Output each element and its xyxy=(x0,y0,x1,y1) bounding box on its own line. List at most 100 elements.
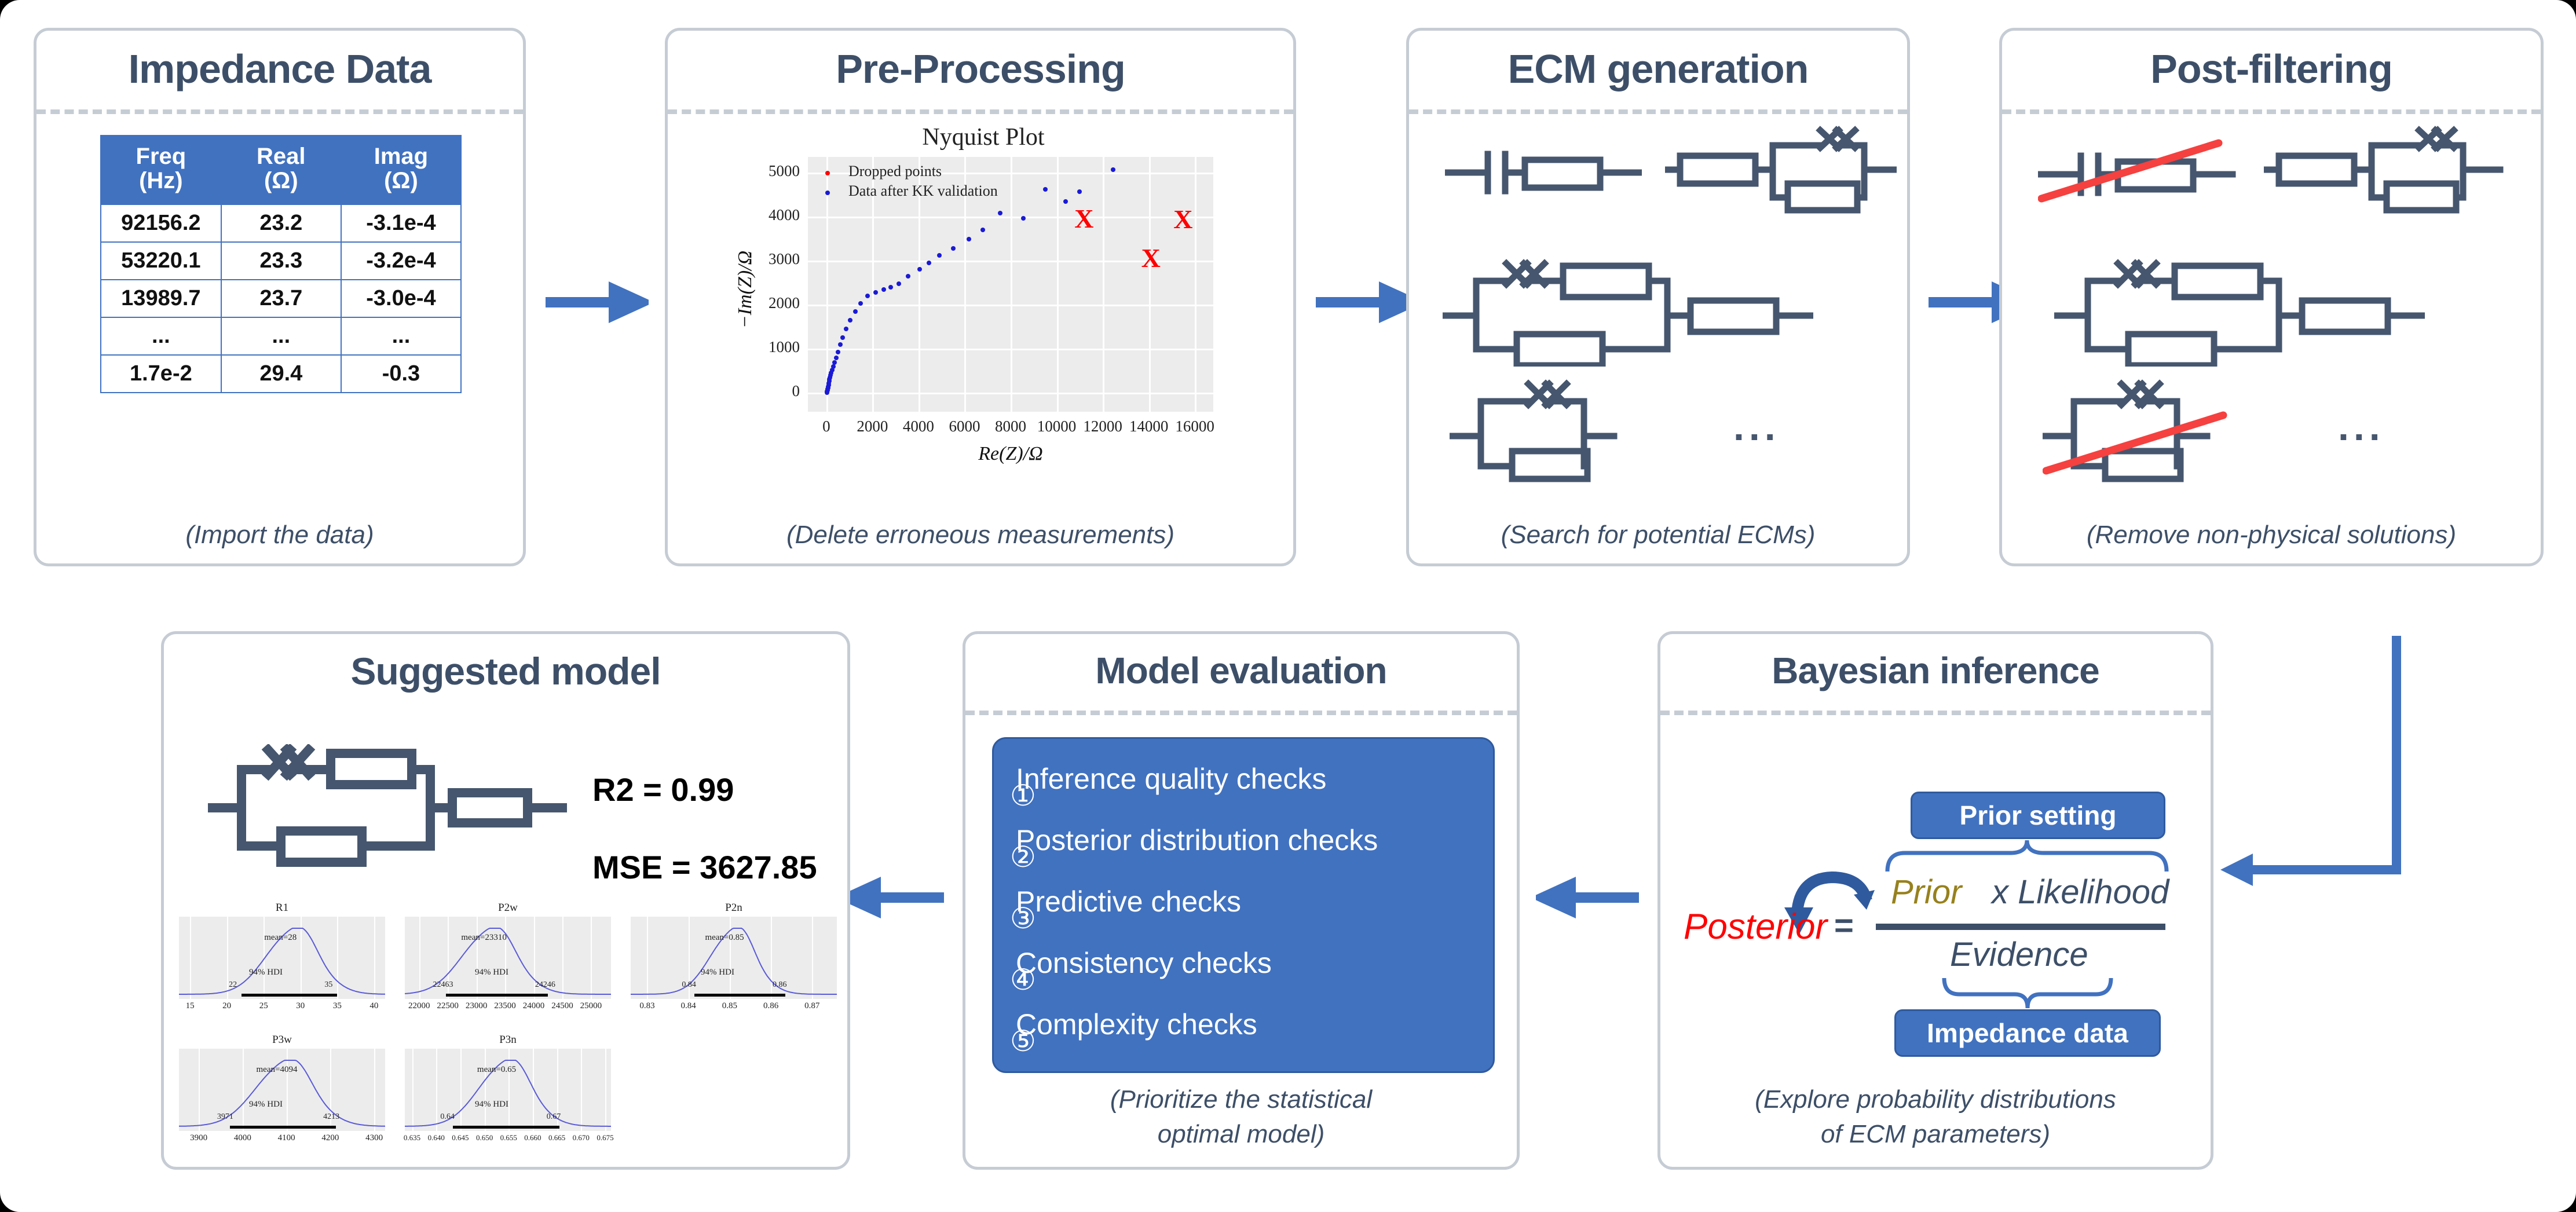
hdi-interval-bar xyxy=(241,994,338,997)
mean-label: mean=28 xyxy=(264,933,297,942)
table-row: 53220.1 23.3 -3.2e-4 xyxy=(100,241,462,280)
metric-mse: MSE = 3627.85 xyxy=(592,849,817,885)
hdi-low-label: 0.64 xyxy=(440,1112,455,1121)
panel-caption-impedance: (Import the data) xyxy=(185,521,374,549)
posterior-density-curve xyxy=(631,928,837,995)
check-item-5: ⑤Complexity checks xyxy=(1010,1008,1257,1057)
panel-ecm-generation: ECM generation ... (Search for potential… xyxy=(1406,28,1910,566)
hdi-interval-bar xyxy=(694,994,785,997)
panel-divider xyxy=(965,711,1517,715)
metric-r2: R2 = 0.99 xyxy=(592,771,734,808)
hdi-label: 94% HDI xyxy=(701,968,734,977)
posterior-label: Posterior xyxy=(1684,907,1828,947)
column-header-real: Real (Ω) xyxy=(220,135,342,204)
cell-freq: 1.7e-2 xyxy=(100,354,222,393)
posterior-density-curve xyxy=(404,928,611,995)
hdi-low-label: 22463 xyxy=(433,980,453,989)
data-point xyxy=(873,290,879,295)
check-item-4: ④Consistency checks xyxy=(1010,946,1272,996)
hdi-high-label: 4213 xyxy=(323,1112,340,1121)
gridline-horizontal xyxy=(808,349,1213,351)
data-point xyxy=(1110,167,1115,173)
gridline-horizontal xyxy=(808,393,1213,395)
panel-suggested-model: Suggested model R2 = 0.99 MSE = 3627.85 … xyxy=(161,631,850,1170)
cell-freq: 13989.7 xyxy=(100,279,222,318)
table-row: 1.7e-2 29.4 -0.3 xyxy=(100,354,462,393)
gridline-horizontal xyxy=(808,305,1213,307)
dropped-point-marker: X xyxy=(1141,243,1161,273)
fraction-bar xyxy=(1876,924,2165,930)
posterior-plot: P2n 0.83 0.84 0.85 0.86 0.87 mean=0.85 94% HDI 0… xyxy=(627,902,840,1022)
hdi-label: 94% HDI xyxy=(249,1100,283,1110)
checks-list-box: ①Inference quality checks ②Posterior dis… xyxy=(992,737,1495,1073)
hdi-high-label: 35 xyxy=(324,980,333,989)
gridline-vertical xyxy=(1148,157,1151,412)
cell-real: 29.4 xyxy=(220,354,342,393)
ecm-ellipsis: ... xyxy=(1733,405,1780,449)
panel-post-filtering: Post-filtering ... (Remove non-physical … xyxy=(1999,28,2544,566)
gridline-vertical xyxy=(1195,157,1197,412)
impedance-data-badge: Impedance data xyxy=(1894,1009,2161,1057)
data-point xyxy=(917,267,922,272)
legend-label: Dropped points xyxy=(848,163,942,180)
data-point xyxy=(833,356,839,361)
data-point xyxy=(852,309,858,314)
circuit-diagram-1 xyxy=(1445,151,1642,195)
axis-label-x: Re(Z)/Ω xyxy=(978,443,1043,464)
postfilter-ellipsis: ... xyxy=(2338,405,2385,449)
panel-title-bayesian: Bayesian inference xyxy=(1772,650,2099,691)
hdi-interval-bar xyxy=(453,1126,559,1129)
data-point xyxy=(837,342,843,347)
posterior-plots-grid: R1 15 20 25 30 35 40 mean=28 94% HDI 22 35 P2w 22000… xyxy=(175,902,841,1162)
legend-label: Data after KK validation xyxy=(848,182,998,199)
nyquist-chart: Nyquist Plot 0 2000 4000 6000 8000 10000 12000… xyxy=(702,123,1264,482)
circuit-diagram-1-struck xyxy=(2038,139,2236,203)
cell-imag: -0.3 xyxy=(340,354,462,393)
hdi-label: 94% HDI xyxy=(249,968,283,977)
check-item-3: ③Predictive checks xyxy=(1010,885,1242,935)
hdi-low-label: 0.84 xyxy=(682,980,696,989)
check-label: Predictive checks xyxy=(1016,885,1242,918)
cell-freq: 92156.2 xyxy=(100,203,222,243)
dropped-point-marker: X xyxy=(1173,204,1193,234)
table-header-row: Freq (Hz) Real (Ω) Imag (Ω) xyxy=(100,135,462,204)
mean-label: mean=0.65 xyxy=(477,1065,517,1074)
panel-divider xyxy=(668,109,1293,114)
gridline-horizontal xyxy=(808,216,1213,218)
suggested-circuit-diagram xyxy=(208,744,567,867)
arrow-modeleval-to-suggested xyxy=(841,876,944,919)
panel-caption-preprocessing: (Delete erroneous measurements) xyxy=(786,521,1175,549)
equals-sign: = xyxy=(1834,907,1854,944)
circuit-diagram-4-struck xyxy=(2043,379,2227,482)
panel-caption-ecm: (Search for potential ECMs) xyxy=(1501,521,1816,549)
gridline-vertical xyxy=(1011,157,1012,412)
data-point xyxy=(967,236,972,241)
posterior-plot: R1 15 20 25 30 35 40 mean=28 94% HDI 22 35 xyxy=(175,902,389,1022)
posterior-plot: P2w 22000 22500 23000 23500 24000 24500 25000 me… xyxy=(401,902,614,1022)
data-point xyxy=(835,350,840,355)
legend-marker xyxy=(825,191,830,195)
posterior-density-curve xyxy=(179,928,385,995)
axis-label-y: −Im(Z)/Ω xyxy=(734,250,756,329)
data-point xyxy=(832,360,837,365)
posterior-plot: P3w 3900 4000 4100 4200 4300 mean=4094 94% HDI 3… xyxy=(175,1034,389,1154)
chart-title-nyquist: Nyquist Plot xyxy=(922,124,1045,151)
table-row: 13989.7 23.7 -3.0e-4 xyxy=(100,279,462,318)
panel-title-suggested: Suggested model xyxy=(350,650,661,693)
panel-caption-modeleval-line2: optimal model) xyxy=(1157,1120,1325,1148)
cell-freq: ... xyxy=(100,316,222,356)
panel-bayesian-inference: Bayesian inference Prior setting Posteri… xyxy=(1657,631,2213,1170)
cell-freq: 53220.1 xyxy=(100,241,222,280)
data-point xyxy=(848,317,853,323)
data-point xyxy=(830,364,836,369)
posterior-density-curve xyxy=(179,1060,385,1127)
data-point xyxy=(1020,215,1026,221)
hdi-label: 94% HDI xyxy=(475,1100,508,1110)
panel-title-impedance: Impedance Data xyxy=(128,46,432,91)
mean-label: mean=23310 xyxy=(461,933,507,942)
figure-root: Impedance Data Freq (Hz) Real (Ω) Imag (… xyxy=(0,0,2576,1212)
posterior-plot: P3n 0.635 0.640 0.645 0.650 0.655 0.660 0.665 0.… xyxy=(401,1034,614,1154)
posterior-density-curve xyxy=(405,1060,611,1127)
mean-label: mean=0.85 xyxy=(705,933,744,942)
denominator-evidence: Evidence xyxy=(1950,936,2088,973)
